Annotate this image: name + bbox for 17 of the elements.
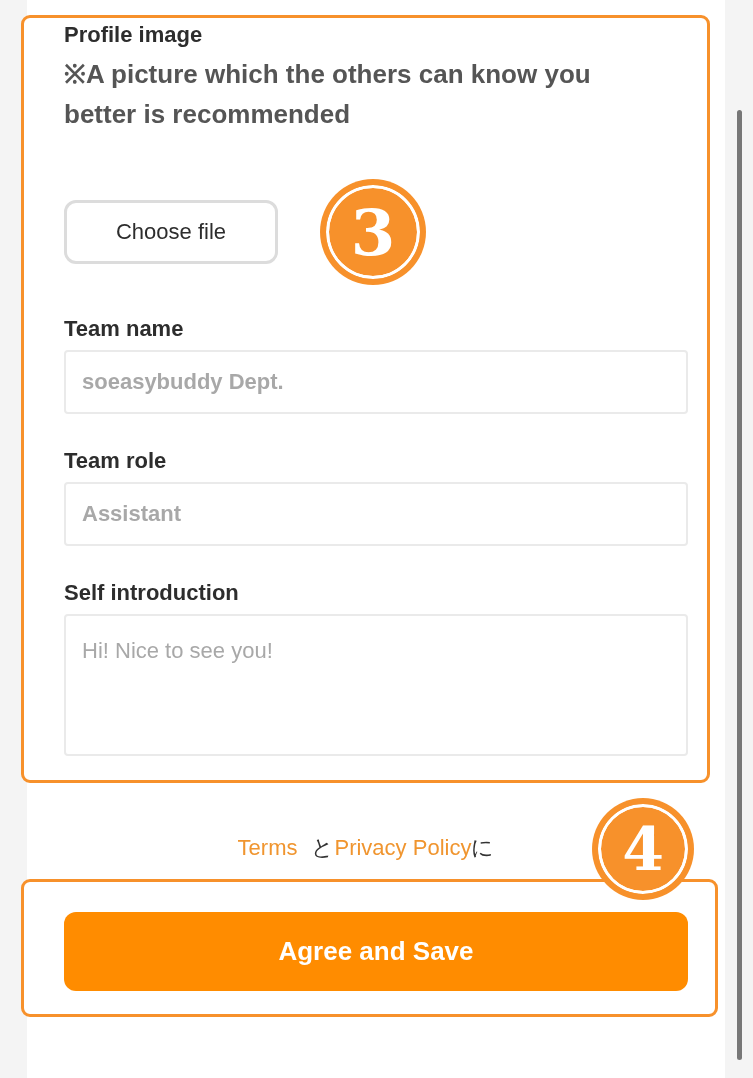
field-label: Team role [64, 448, 168, 474]
input-field[interactable]: Assistant [64, 482, 688, 546]
field-label: Profile image [64, 22, 204, 48]
privacy-policy-link[interactable]: Privacy Policy [334, 835, 472, 861]
recommendation-note: ※A picture which the others can know you better is recommended [64, 58, 592, 131]
terms-link[interactable]: Terms [237, 835, 298, 861]
step-badge: 3 [323, 182, 423, 282]
text-area[interactable]: Hi! Nice to see you! [64, 614, 688, 756]
agree-and-save-button[interactable]: Agree and Save [64, 912, 688, 991]
consent-text: と [311, 834, 335, 862]
field-label: Self introduction [64, 580, 240, 606]
input-field[interactable]: soeasybuddy Dept. [64, 350, 688, 414]
consent-text: に [471, 834, 495, 862]
scrollbar-thumb[interactable] [737, 110, 742, 1060]
choose-file-button[interactable]: Choose file [64, 200, 278, 264]
field-label: Team name [64, 316, 185, 342]
step-badge: 4 [595, 801, 691, 897]
